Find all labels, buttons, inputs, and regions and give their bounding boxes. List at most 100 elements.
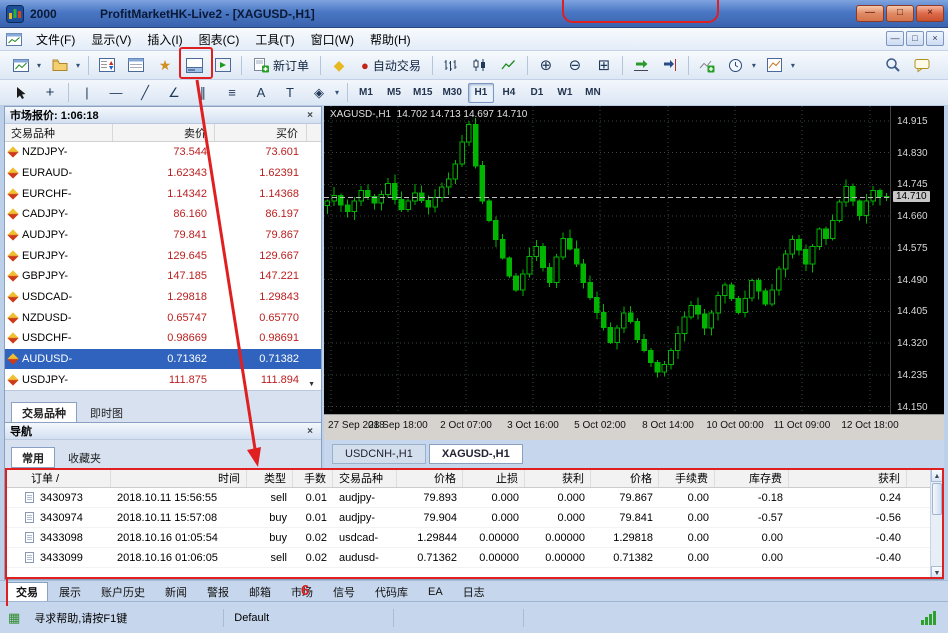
terminal-column-header[interactable]: 获利 [525,469,591,487]
market-watch-row-usdchf[interactable]: USDCHF- 0.98669 0.98691 [5,328,321,349]
menu-item[interactable]: 帮助(H) [362,28,419,51]
terminal-tab[interactable]: 展示 [50,582,90,601]
terminal-column-header[interactable]: 订单 / [5,469,111,487]
terminal-tab[interactable]: 警报 [198,582,238,601]
price-axis[interactable]: 14.915 14.830 14.745 14.660 14.575 14.490 14.4… [890,106,944,414]
window-minimize-button[interactable]: — [856,5,884,22]
market-watch-row-eurchf[interactable]: EURCHF- 1.14342 1.14368 [5,183,321,204]
periods-button[interactable] [723,53,749,77]
templates-dropdown-icon[interactable]: ▾ [788,61,798,70]
terminal-tab[interactable]: 市场 [282,582,322,601]
child-minimize-button[interactable]: — [886,31,904,46]
trade-row-3433099[interactable]: 3433099 2018.10.16 01:06:05 sell 0.02 audusd… [5,548,943,568]
market-watch-row-cadjpy[interactable]: CADJPY- 86.160 86.197 [5,204,321,225]
metaeditor-button[interactable]: ◆ [326,53,352,77]
timeframe-m30-button[interactable]: M30 [438,83,465,103]
search-button[interactable] [880,53,906,77]
cursor-button[interactable] [8,82,34,103]
market-watch-row-nzdusd[interactable]: NZDUSD- 0.65747 0.65770 [5,307,321,328]
child-restore-button[interactable]: □ [906,31,924,46]
profile-selector[interactable]: Default [224,608,395,627]
timeframe-m15-button[interactable]: M15 [409,83,436,103]
indicators-button[interactable] [694,53,720,77]
new-chart-dropdown-icon[interactable]: ▾ [34,61,44,70]
window-close-button[interactable]: × [916,5,944,22]
terminal-scrollbar[interactable]: ▲ ▼ [930,469,943,579]
terminal-column-header[interactable]: 获利 [789,469,907,487]
chart-tab[interactable]: USDCNH-,H1 [332,444,426,464]
market-watch-scroll-down-icon[interactable]: ▼ [308,381,315,388]
terminal-tab[interactable]: 邮箱 [240,582,280,601]
templates-button[interactable] [762,53,788,77]
time-axis[interactable]: 27 Sep 2018 28 Sep 18:00 2 Oct 07:00 3 Oct … [324,414,944,440]
navigator-button[interactable]: ★ [152,53,178,77]
timeframe-h1-button[interactable]: H1 [467,82,494,103]
channel-button[interactable]: ∥ [190,82,216,103]
market-watch-row-eurjpy[interactable]: EURJPY- 129.645 129.667 [5,245,321,266]
terminal-tab[interactable]: 代码库 [366,582,417,601]
autotrading-button[interactable]: ● 自动交易 [355,53,427,77]
timeframe-h4-button[interactable]: H4 [496,83,522,103]
market-watch-row-euraud[interactable]: EURAUD- 1.62343 1.62391 [5,163,321,184]
timeframe-w1-button[interactable]: W1 [552,83,578,103]
data-window-button[interactable] [123,53,149,77]
timeframe-m5-button[interactable]: M5 [381,83,407,103]
terminal-tab[interactable]: 交易 [6,582,48,601]
horizontal-line-button[interactable]: — [103,82,129,103]
line-chart-button[interactable] [496,53,522,77]
periods-dropdown-icon[interactable]: ▾ [749,61,759,70]
child-close-button[interactable]: × [926,31,944,46]
chat-button[interactable] [909,53,935,77]
market-watch-row-audjpy[interactable]: AUDJPY- 79.841 79.867 [5,225,321,246]
menu-item[interactable]: 文件(F) [28,28,83,51]
terminal-tab[interactable]: 账户历史 [92,582,154,601]
timeframe-mn-button[interactable]: MN [580,83,606,103]
market-watch-column-header[interactable]: 交易品种 [5,124,113,141]
trade-row-3430974[interactable]: 3430974 2018.10.11 15:57:08 buy 0.01 audjpy-… [5,508,943,528]
market-watch-row-nzdjpy[interactable]: NZDJPY- 73.544 73.601 [5,142,321,163]
terminal-tab[interactable]: 新闻 [156,582,196,601]
menu-item[interactable]: 插入(I) [139,28,190,51]
chart-area[interactable]: XAGUSD-,H1 14.702 14.713 14.697 14.710 [324,106,890,414]
navigator-tab[interactable]: 收藏夹 [57,447,112,468]
candlestick-chart[interactable] [324,106,890,414]
terminal-tab[interactable]: 日志 [454,582,494,601]
arrows-dropdown-icon[interactable]: ▾ [332,88,342,97]
menu-item[interactable]: 工具(T) [247,28,302,51]
chart-shift-button[interactable] [657,53,683,77]
auto-scroll-button[interactable] [628,53,654,77]
terminal-column-header[interactable]: 交易品种 [333,469,397,487]
timeframe-m1-button[interactable]: M1 [353,83,379,103]
terminal-column-header[interactable]: 库存费 [715,469,789,487]
market-watch-row-usdjpy[interactable]: USDJPY- 111.875 111.894 [5,369,321,390]
terminal-column-header[interactable]: 时间 [111,469,247,487]
vertical-line-button[interactable]: | [74,82,100,103]
terminal-column-header[interactable]: 手续费 [659,469,715,487]
zoom-in-button[interactable]: ⊕ [533,53,559,77]
fibonacci-button[interactable]: ≡ [219,82,245,103]
terminal-column-header[interactable]: 手数 [293,469,333,487]
market-watch-row-usdcad[interactable]: USDCAD- 1.29818 1.29843 [5,287,321,308]
terminal-column-header[interactable]: 价格 [397,469,463,487]
menu-item[interactable]: 显示(V) [83,28,139,51]
arrows-button[interactable]: ◈ [306,82,332,103]
market-watch-column-header[interactable]: 买价 [215,124,307,141]
scroll-down-icon[interactable]: ▼ [931,566,943,579]
market-watch-button[interactable] [94,53,120,77]
terminal-tab[interactable]: EA [419,582,452,601]
trade-row-3430973[interactable]: 3430973 2018.10.11 15:56:55 sell 0.01 audjpy… [5,488,943,508]
text-button[interactable]: A [248,82,274,103]
navigator-tab[interactable]: 常用 [11,447,55,468]
text-label-button[interactable]: T [277,82,303,103]
profiles-button[interactable] [47,53,73,77]
terminal-column-header[interactable]: 止损 [463,469,525,487]
new-order-button[interactable]: 新订单 [247,53,315,77]
trade-row-3433098[interactable]: 3433098 2018.10.16 01:05:54 buy 0.02 usdcad-… [5,528,943,548]
menu-item[interactable]: 图表(C) [191,28,248,51]
market-watch-tab[interactable]: 即时图 [79,402,134,423]
market-watch-row-gbpjpy[interactable]: GBPJPY- 147.185 147.221 [5,266,321,287]
terminal-button[interactable] [181,53,207,77]
market-watch-column-header[interactable]: 卖价 [113,124,215,141]
market-watch-close-icon[interactable]: × [304,110,316,121]
terminal-column-header[interactable]: 类型 [247,469,293,487]
